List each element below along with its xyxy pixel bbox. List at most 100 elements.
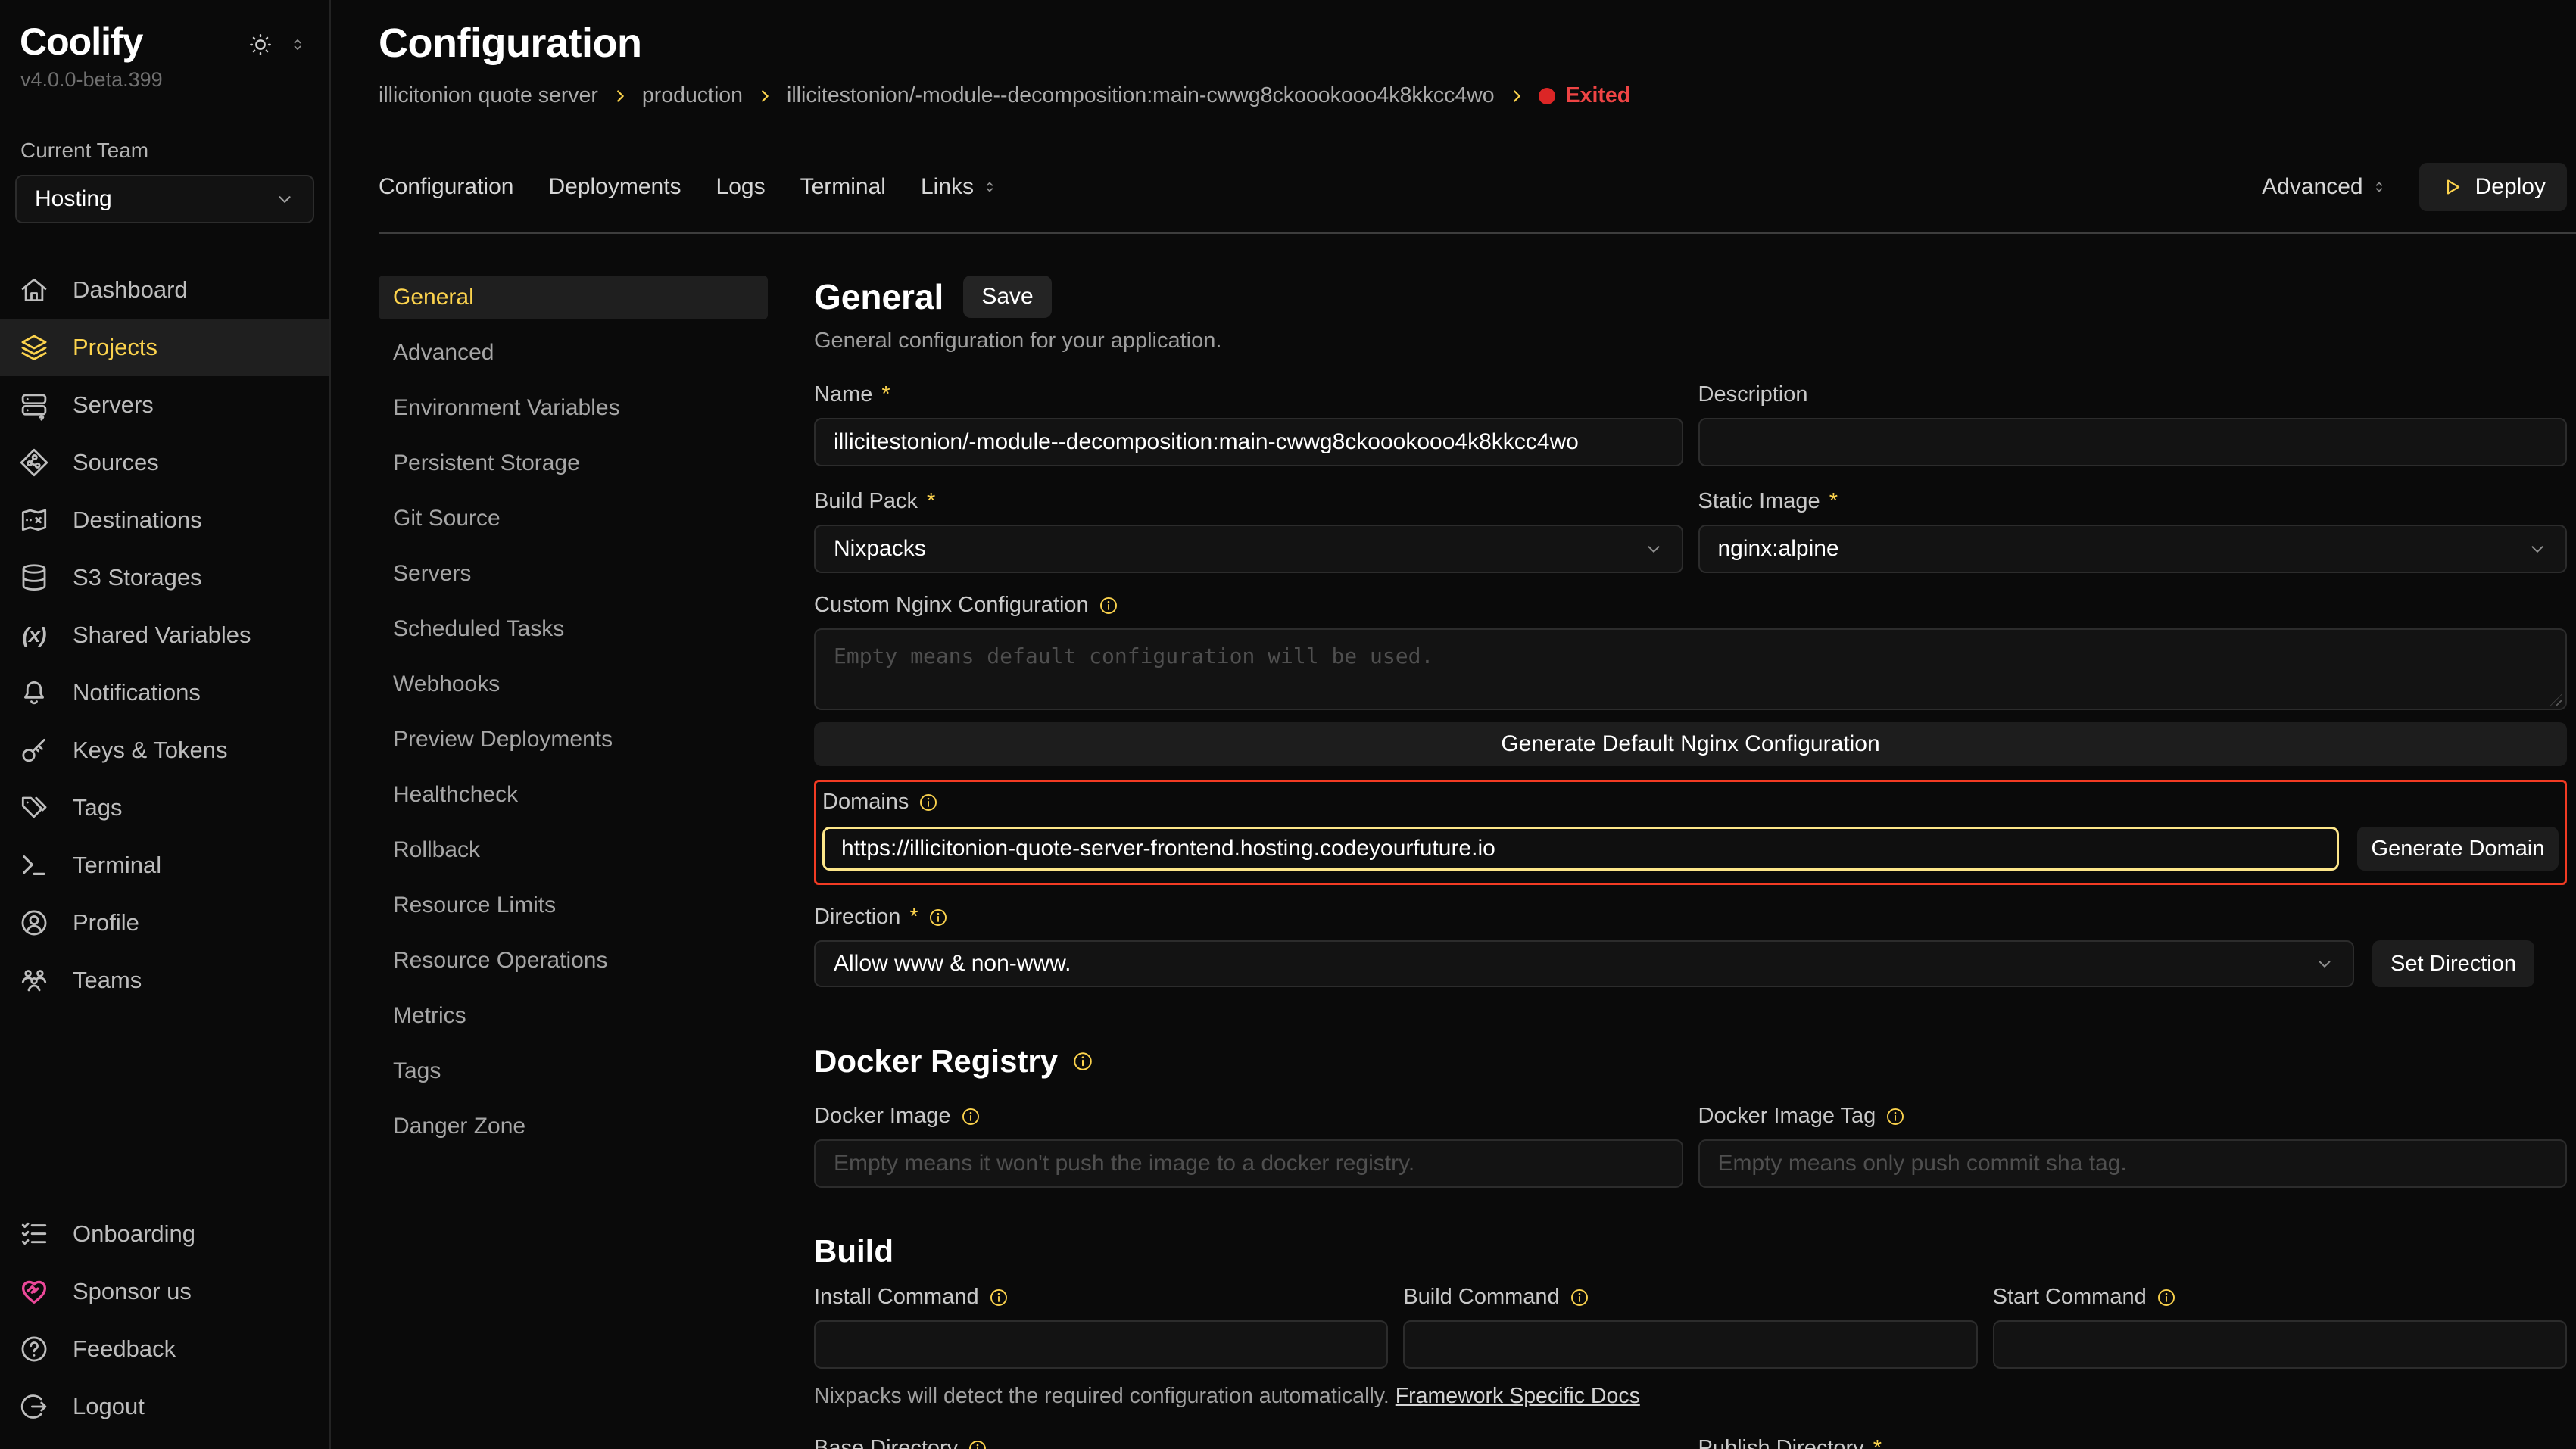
tab-configuration[interactable]: Configuration — [379, 174, 513, 200]
subnav-item-webhooks[interactable]: Webhooks — [379, 662, 768, 706]
database-icon — [18, 562, 50, 594]
sidebar-item-label: Profile — [73, 909, 139, 936]
subnav-item-git-source[interactable]: Git Source — [379, 497, 768, 541]
sidebar-item-logout[interactable]: Logout — [0, 1378, 329, 1435]
sidebar-item-s3-storages[interactable]: S3 Storages — [0, 549, 329, 606]
subnav-item-preview-deployments[interactable]: Preview Deployments — [379, 718, 768, 762]
info-icon[interactable] — [1885, 1106, 1906, 1127]
sidebar-item-label: Shared Variables — [73, 622, 251, 649]
info-icon[interactable] — [2156, 1287, 2177, 1308]
custom-nginx-textarea[interactable]: Empty means default configuration will b… — [814, 628, 2567, 710]
info-icon[interactable] — [1098, 595, 1119, 616]
sidebar-item-sponsor-us[interactable]: Sponsor us — [0, 1263, 329, 1320]
breadcrumb-application[interactable]: illicitestonion/-module--decomposition:m… — [787, 83, 1495, 108]
sidebar-item-terminal[interactable]: Terminal — [0, 837, 329, 894]
deploy-button[interactable]: Deploy — [2419, 163, 2567, 211]
sidebar-nav: Dashboard Projects Servers — [0, 261, 329, 1009]
coolify-app: Coolify v4.0.0-beta.399 Current Team Hos… — [0, 0, 2576, 1449]
required-asterisk: * — [927, 489, 935, 514]
chevron-down-icon — [2315, 954, 2334, 974]
sidebar-item-notifications[interactable]: Notifications — [0, 664, 329, 721]
info-icon[interactable] — [918, 792, 939, 813]
info-icon[interactable] — [967, 1438, 988, 1449]
custom-nginx-label: Custom Nginx Configuration — [814, 593, 1089, 618]
breadcrumb-environment[interactable]: production — [642, 83, 743, 108]
subnav-item-resource-operations[interactable]: Resource Operations — [379, 939, 768, 983]
subnav-item-general[interactable]: General — [379, 276, 768, 319]
sidebar-item-teams[interactable]: Teams — [0, 952, 329, 1009]
start-command-input[interactable] — [1993, 1320, 2567, 1369]
sidebar-item-sources[interactable]: Sources — [0, 434, 329, 491]
info-icon[interactable] — [1569, 1287, 1590, 1308]
docker-image-tag-label: Docker Image Tag — [1698, 1104, 1876, 1129]
sidebar-item-feedback[interactable]: Feedback — [0, 1320, 329, 1378]
subnav-item-rollback[interactable]: Rollback — [379, 828, 768, 872]
sidebar-item-dashboard[interactable]: Dashboard — [0, 261, 329, 319]
section-title-general: General — [814, 276, 943, 317]
info-icon[interactable] — [960, 1106, 981, 1127]
breadcrumb-project[interactable]: illicitonion quote server — [379, 83, 598, 108]
advanced-dropdown[interactable]: Advanced — [2262, 174, 2387, 200]
sidebar-item-keys-tokens[interactable]: Keys & Tokens — [0, 721, 329, 779]
tab-logs[interactable]: Logs — [716, 174, 766, 200]
sidebar-item-label: Tags — [73, 794, 122, 821]
user-circle-icon — [18, 907, 50, 939]
subnav-item-resource-limits[interactable]: Resource Limits — [379, 883, 768, 927]
sidebar-item-shared-variables[interactable]: (x) Shared Variables — [0, 606, 329, 664]
page-title: Configuration — [379, 20, 2567, 67]
subnav-item-persistent-storage[interactable]: Persistent Storage — [379, 441, 768, 485]
sidebar-item-onboarding[interactable]: Onboarding — [0, 1205, 329, 1263]
base-directory-label: Base Directory — [814, 1436, 958, 1449]
build-pack-select[interactable]: Nixpacks — [814, 525, 1683, 573]
info-icon[interactable] — [928, 907, 949, 928]
sidebar-item-destinations[interactable]: Destinations — [0, 491, 329, 549]
static-image-label: Static Image — [1698, 489, 1820, 514]
framework-docs-link[interactable]: Framework Specific Docs — [1396, 1384, 1640, 1408]
subnav-item-metrics[interactable]: Metrics — [379, 994, 768, 1038]
theme-sun-icon[interactable] — [248, 32, 273, 58]
key-icon — [18, 734, 50, 766]
resize-handle[interactable] — [2550, 693, 2562, 706]
tab-terminal[interactable]: Terminal — [800, 174, 886, 200]
domains-input[interactable]: https://illicitonion-quote-server-fronte… — [822, 827, 2339, 871]
variables-icon: (x) — [18, 619, 50, 651]
save-button[interactable]: Save — [963, 276, 1051, 318]
tab-links[interactable]: Links — [921, 174, 998, 200]
subnav-item-advanced[interactable]: Advanced — [379, 331, 768, 375]
generate-domain-button[interactable]: Generate Domain — [2357, 827, 2559, 871]
subnav-item-scheduled-tasks[interactable]: Scheduled Tasks — [379, 607, 768, 651]
install-command-input[interactable] — [814, 1320, 1388, 1369]
tab-deployments[interactable]: Deployments — [548, 174, 681, 200]
static-image-select[interactable]: nginx:alpine — [1698, 525, 2568, 573]
git-source-icon — [18, 447, 50, 478]
subnav-item-servers[interactable]: Servers — [379, 552, 768, 596]
chevron-down-icon — [275, 189, 295, 209]
map-icon — [18, 504, 50, 536]
chevron-right-icon — [756, 88, 773, 104]
team-select[interactable]: Hosting — [15, 175, 314, 223]
help-circle-icon — [18, 1333, 50, 1365]
sidebar-item-profile[interactable]: Profile — [0, 894, 329, 952]
subnav-item-danger-zone[interactable]: Danger Zone — [379, 1105, 768, 1148]
subnav-item-healthcheck[interactable]: Healthcheck — [379, 773, 768, 817]
sidebar-item-label: Dashboard — [73, 276, 188, 304]
description-input[interactable] — [1698, 418, 2568, 466]
sidebar-item-servers[interactable]: Servers — [0, 376, 329, 434]
direction-select[interactable]: Allow www & non-www. — [814, 940, 2354, 987]
set-direction-button[interactable]: Set Direction — [2372, 940, 2534, 987]
status-text: Exited — [1566, 83, 1631, 108]
theme-switcher-chevrons-icon[interactable] — [288, 36, 307, 54]
docker-image-tag-input[interactable]: Empty means only push commit sha tag. — [1698, 1139, 2568, 1188]
info-icon[interactable] — [988, 1287, 1009, 1308]
subnav-item-tags[interactable]: Tags — [379, 1049, 768, 1093]
subnav-item-environment-variables[interactable]: Environment Variables — [379, 386, 768, 430]
info-icon[interactable] — [1071, 1050, 1094, 1073]
generate-nginx-button[interactable]: Generate Default Nginx Configuration — [814, 722, 2567, 766]
sidebar-item-tags[interactable]: Tags — [0, 779, 329, 837]
chevron-down-icon — [2528, 539, 2547, 559]
name-input[interactable]: illicitestonion/-module--decomposition:m… — [814, 418, 1683, 466]
docker-image-input[interactable]: Empty means it won't push the image to a… — [814, 1139, 1683, 1188]
section-subtitle: General configuration for your applicati… — [814, 329, 2567, 354]
build-command-input[interactable] — [1403, 1320, 1977, 1369]
sidebar-item-projects[interactable]: Projects — [0, 319, 329, 376]
